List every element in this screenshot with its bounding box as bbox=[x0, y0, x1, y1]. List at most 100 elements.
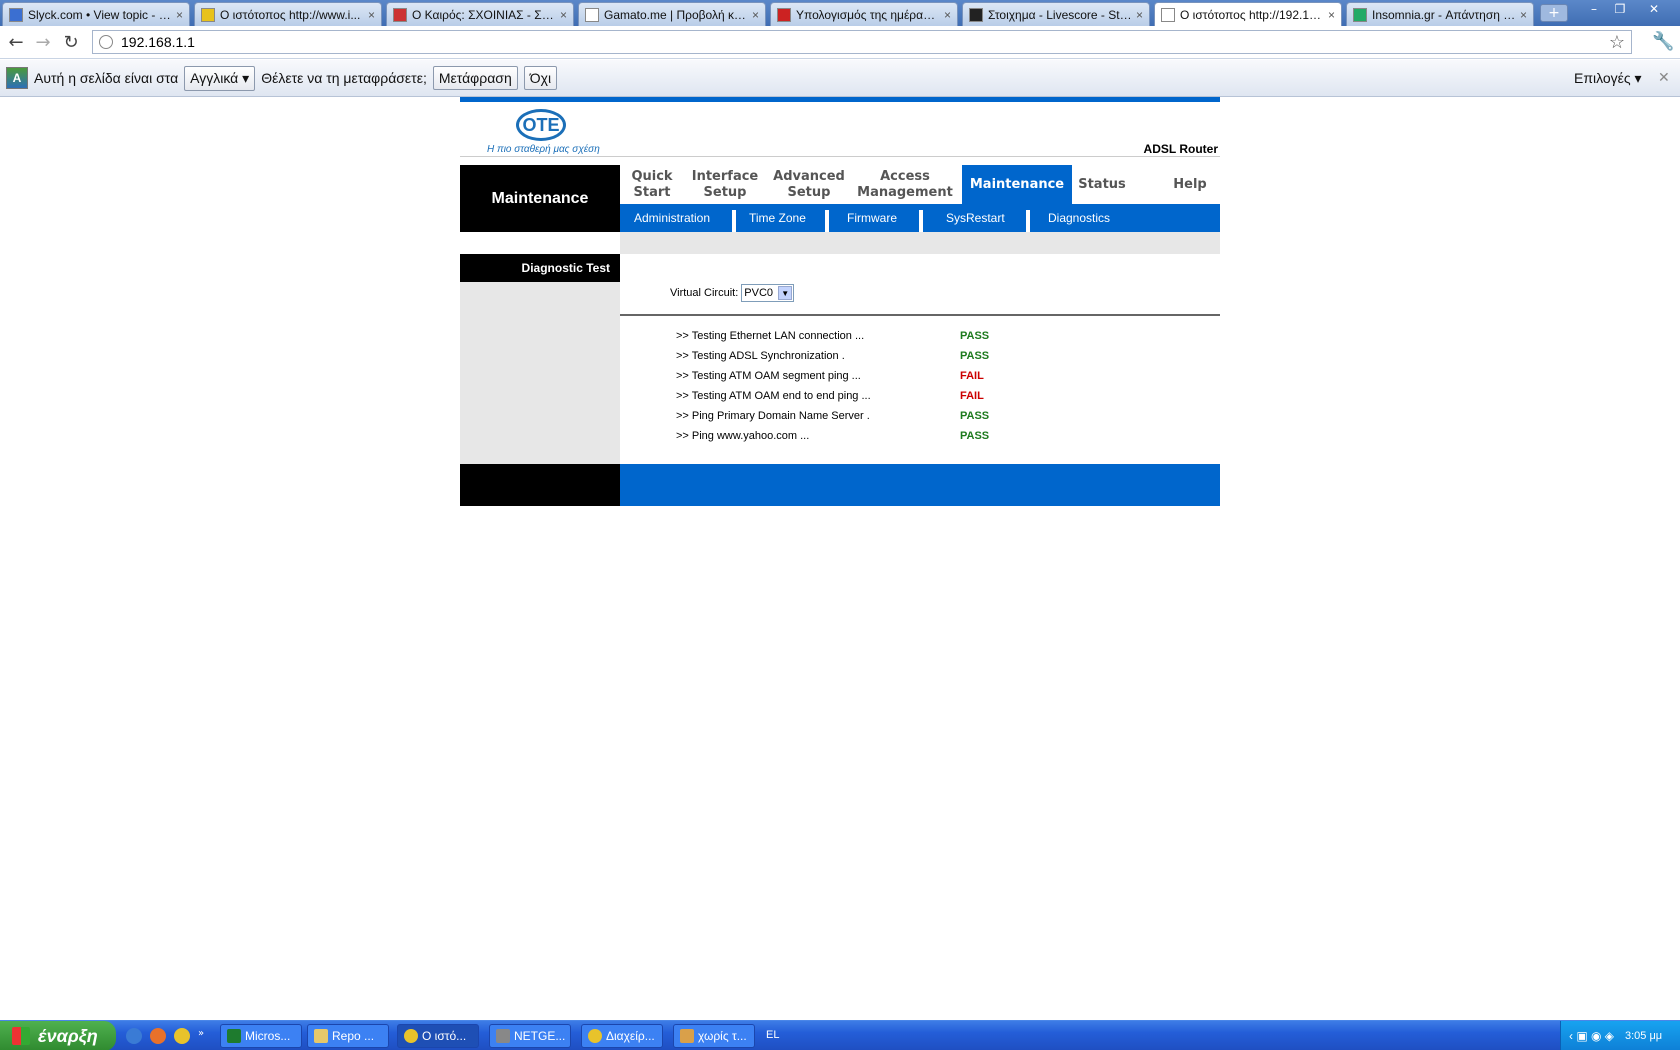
tab-close-icon[interactable]: × bbox=[1520, 8, 1527, 22]
forward-button[interactable]: → bbox=[32, 32, 54, 54]
language-select[interactable]: Αγγλικά ▾ bbox=[184, 65, 256, 91]
language-indicator[interactable]: EL bbox=[766, 1029, 779, 1041]
translate-button[interactable]: Μετάφραση bbox=[432, 66, 518, 90]
windows-flag-icon bbox=[12, 1027, 30, 1045]
nav-status[interactable]: Status bbox=[1072, 165, 1132, 204]
reload-button[interactable]: ↻ bbox=[60, 32, 82, 54]
tab-label: Ο ιστότοπος http://192.16... bbox=[1180, 8, 1324, 22]
tab-favicon-icon bbox=[9, 7, 23, 22]
back-button[interactable]: ← bbox=[5, 32, 27, 54]
taskbar-button-label: Micros... bbox=[245, 1029, 291, 1043]
left-column bbox=[460, 254, 620, 464]
taskbar-button-excel[interactable]: Micros... bbox=[220, 1024, 302, 1048]
taskbar-button-chrome[interactable]: Ο ιστό... bbox=[397, 1024, 479, 1048]
tab-close-icon[interactable]: × bbox=[560, 8, 567, 22]
nav-help[interactable]: Help bbox=[1160, 165, 1220, 204]
address-bar[interactable]: 192.168.1.1 ☆ bbox=[92, 30, 1632, 54]
browser-tab[interactable]: Insomnia.gr - Απάντηση σ... × bbox=[1346, 2, 1534, 26]
taskbar-button-untitled[interactable]: χωρίς τ... bbox=[673, 1024, 755, 1048]
slogan: Η πιο σταθερή μας σχέση bbox=[487, 144, 600, 155]
close-window-button[interactable]: ✕ bbox=[1642, 1, 1666, 18]
taskbar-button-label: NETGE... bbox=[514, 1029, 566, 1043]
tab-favicon-icon bbox=[969, 7, 983, 22]
taskbar-button-label: Ο ιστό... bbox=[422, 1029, 467, 1043]
browser-tab[interactable]: Gamato.me | Προβολή κατ... × bbox=[578, 2, 766, 26]
infobar-options-menu[interactable]: Επιλογές ▾ bbox=[1574, 70, 1642, 87]
taskbar-button-label: Repo ... bbox=[332, 1029, 375, 1043]
router-header: OTE Η πιο σταθερή μας σχέση ADSL Router bbox=[460, 102, 1220, 157]
firefox-quicklaunch-icon[interactable] bbox=[150, 1028, 166, 1044]
tab-close-icon[interactable]: × bbox=[176, 8, 183, 22]
section-title: Maintenance bbox=[460, 165, 620, 232]
subnav-separator bbox=[919, 210, 923, 232]
subnav-time-zone[interactable]: Time Zone bbox=[749, 204, 806, 232]
tab-favicon-icon bbox=[1161, 8, 1175, 22]
subnav-administration[interactable]: Administration bbox=[634, 204, 710, 232]
start-button[interactable]: έναρξη bbox=[0, 1021, 116, 1050]
subnav-separator bbox=[825, 210, 829, 232]
virtual-circuit-select[interactable]: PVC0 ▼ bbox=[741, 284, 795, 302]
test-label: >> Ping Primary Domain Name Server . bbox=[676, 410, 870, 422]
test-row: >> Ping www.yahoo.com ... PASS bbox=[676, 430, 1076, 450]
ie-quicklaunch-icon[interactable] bbox=[126, 1028, 142, 1044]
browser-tab[interactable]: Ο ιστότοπος http://192.16... × bbox=[1154, 2, 1342, 27]
browser-tab[interactable]: Slyck.com • View topic - W... × bbox=[2, 2, 190, 26]
bookmark-star-icon[interactable]: ☆ bbox=[1609, 32, 1625, 53]
taskbar-button-folder[interactable]: Repo ... bbox=[307, 1024, 389, 1048]
chrome-icon bbox=[588, 1029, 602, 1043]
minimize-button[interactable]: – bbox=[1582, 1, 1606, 18]
test-result: FAIL bbox=[960, 370, 984, 382]
nav-quick-start[interactable]: Quick Start bbox=[620, 165, 684, 204]
test-row: >> Ping Primary Domain Name Server . PAS… bbox=[676, 410, 1076, 430]
taskbar-button-manager[interactable]: Διαχείρ... bbox=[581, 1024, 663, 1048]
nav-interface-setup[interactable]: Interface Setup bbox=[684, 165, 766, 204]
divider bbox=[620, 314, 1220, 316]
subnav-firmware[interactable]: Firmware bbox=[847, 204, 897, 232]
browser-tab[interactable]: Ο Καιρός: ΣΧΟΙΝΙΑΣ - ΣΧΟ... × bbox=[386, 2, 574, 26]
no-translate-button[interactable]: Όχι bbox=[523, 66, 558, 90]
subnav-sysrestart[interactable]: SysRestart bbox=[946, 204, 1005, 232]
tab-label: Ο Καιρός: ΣΧΟΙΝΙΑΣ - ΣΧΟ... bbox=[412, 7, 556, 22]
test-result: FAIL bbox=[960, 390, 984, 402]
test-label: >> Testing ATM OAM segment ping ... bbox=[676, 370, 861, 382]
tab-close-icon[interactable]: × bbox=[368, 8, 375, 22]
ote-logo: OTE bbox=[516, 109, 566, 141]
footer-left bbox=[460, 464, 620, 506]
quicklaunch-expand-icon[interactable]: » bbox=[198, 1028, 208, 1044]
tab-close-icon[interactable]: × bbox=[1328, 8, 1335, 22]
new-tab-button[interactable]: + bbox=[1540, 4, 1568, 22]
tab-favicon-icon bbox=[393, 7, 407, 22]
tray-icons[interactable]: ‹ ▣ ◉ ◈ bbox=[1569, 1029, 1614, 1043]
windows-taskbar: έναρξη » Micros... Repo ... Ο ιστό... NE… bbox=[0, 1020, 1680, 1050]
test-label: >> Testing ATM OAM end to end ping ... bbox=[676, 390, 871, 402]
tab-favicon-icon bbox=[1353, 7, 1367, 22]
nav-advanced-setup[interactable]: Advanced Setup bbox=[766, 165, 852, 204]
tab-label: Slyck.com • View topic - W... bbox=[28, 7, 172, 22]
infobar-close-icon[interactable]: ✕ bbox=[1658, 69, 1670, 86]
test-row: >> Testing Ethernet LAN connection ... P… bbox=[676, 330, 1076, 350]
tab-close-icon[interactable]: × bbox=[752, 8, 759, 22]
test-row: >> Testing ADSL Synchronization . PASS bbox=[676, 350, 1076, 370]
router-page: OTE Η πιο σταθερή μας σχέση ADSL Router … bbox=[460, 97, 1220, 506]
browser-tab[interactable]: Υπολογισμός της ημέρας τ... × bbox=[770, 2, 958, 26]
test-row: >> Testing ATM OAM segment ping ... FAIL bbox=[676, 370, 1076, 390]
nav-access-management[interactable]: Access Management bbox=[852, 165, 958, 204]
tab-close-icon[interactable]: × bbox=[1136, 8, 1143, 22]
product-name: ADSL Router bbox=[1143, 142, 1218, 156]
wrench-menu-icon[interactable]: 🔧 bbox=[1652, 31, 1674, 52]
clock[interactable]: 3:05 μμ bbox=[1625, 1030, 1662, 1042]
subnav-diagnostics[interactable]: Diagnostics bbox=[1048, 204, 1110, 232]
nav-maintenance[interactable]: Maintenance bbox=[962, 165, 1072, 204]
restore-button[interactable]: ❐ bbox=[1608, 1, 1632, 18]
browser-tab[interactable]: Ο ιστότοπος http://www.i... × bbox=[194, 2, 382, 26]
chrome-quicklaunch-icon[interactable] bbox=[174, 1028, 190, 1044]
chevron-down-icon: ▼ bbox=[778, 286, 793, 300]
chrome-icon bbox=[404, 1029, 418, 1043]
paint-icon bbox=[680, 1029, 694, 1043]
address-text: 192.168.1.1 bbox=[121, 34, 195, 50]
tab-close-icon[interactable]: × bbox=[944, 8, 951, 22]
router-footer bbox=[460, 464, 1220, 506]
taskbar-button-netgear[interactable]: NETGE... bbox=[489, 1024, 571, 1048]
test-result: PASS bbox=[960, 330, 990, 342]
browser-tab[interactable]: Στοιχημα - Livescore - Stoi... × bbox=[962, 2, 1150, 26]
